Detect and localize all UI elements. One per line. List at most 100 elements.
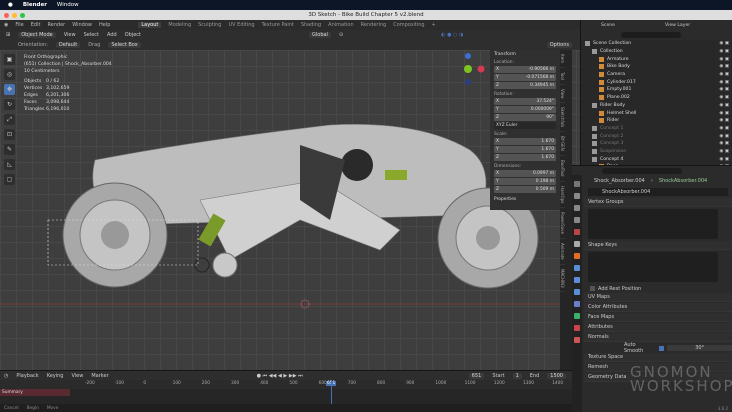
particles-tab-icon[interactable] (574, 277, 580, 283)
annotate-tool[interactable]: ✎ (4, 144, 15, 155)
visibility-toggle-icon[interactable]: ◉ ▣ (719, 95, 729, 100)
normals-panel[interactable]: Normals (584, 333, 732, 342)
rotation-z-field[interactable]: Z 90° (494, 114, 556, 121)
visibility-toggle-icon[interactable]: ◉ ▣ (719, 72, 729, 77)
visibility-toggle-icon[interactable]: ◉ ▣ (719, 64, 729, 69)
shape-keys-list[interactable] (588, 252, 718, 282)
location-y-field[interactable]: Y -0.071568 m (494, 74, 556, 81)
zoom-button[interactable] (20, 13, 25, 18)
transform-orientation-dropdown[interactable]: Global (309, 32, 331, 38)
properties-search-input[interactable] (602, 168, 682, 174)
texture-tab-icon[interactable] (574, 337, 580, 343)
view-layer-selector[interactable]: View Layer (665, 23, 690, 28)
scale-tool[interactable]: ⤢ (4, 114, 15, 125)
uv-maps-panel[interactable]: UV Maps (584, 293, 732, 302)
tab-sculpting[interactable]: Sculpting (198, 22, 221, 28)
dimensions-z-field[interactable]: Z 0.509 m (494, 186, 556, 193)
tab-modeling[interactable]: Modeling (168, 22, 191, 28)
visibility-toggle-icon[interactable]: ◉ ▣ (719, 49, 729, 54)
tab-texture-paint[interactable]: Texture Paint (262, 22, 294, 28)
object-tab-icon[interactable] (574, 253, 580, 259)
mesh-data-tab-icon[interactable] (574, 313, 580, 319)
output-tab-icon[interactable] (574, 205, 580, 211)
vertex-groups-panel[interactable]: Vertex Groups (584, 198, 732, 207)
rotate-tool[interactable]: ↻ (4, 99, 15, 110)
view-menu[interactable]: View (71, 373, 83, 379)
modifier-tab-icon[interactable] (574, 265, 580, 271)
move-tool[interactable]: ✥ (4, 84, 15, 95)
outliner-item[interactable]: Rider ◉ ▣ (581, 117, 732, 125)
menu-render[interactable]: Render (47, 22, 65, 28)
visibility-toggle-icon[interactable]: ◉ ▣ (719, 157, 729, 162)
auto-smooth-checkbox[interactable] (659, 345, 665, 351)
menu-view[interactable]: View (64, 32, 76, 38)
menu-window[interactable]: Window (72, 22, 92, 28)
tab-layout[interactable]: Layout (138, 22, 162, 28)
visibility-toggle-icon[interactable]: ◉ ▣ (719, 134, 729, 139)
cursor-tool[interactable]: ◎ (4, 69, 15, 80)
render-tab-icon[interactable] (574, 193, 580, 199)
outliner-item[interactable]: Suspension ◉ ▣ (581, 148, 732, 156)
menu-select[interactable]: Select (84, 32, 99, 38)
current-frame-field[interactable]: 651 (468, 372, 485, 379)
close-button[interactable] (4, 13, 9, 18)
face-maps-panel[interactable]: Face Maps (584, 313, 732, 322)
blender-logo-icon[interactable]: ◉ (4, 22, 8, 28)
scene-tab-icon[interactable] (574, 229, 580, 235)
mesh-datablock-field[interactable]: ShockAbsorber.004 (588, 188, 728, 196)
playback-menu[interactable]: Playback (16, 373, 38, 379)
outliner-item[interactable]: Rider Body ◉ ▣ (581, 102, 732, 110)
sidebar-tab-hardops[interactable]: HardOps (560, 182, 565, 208)
scale-z-field[interactable]: Z 1.670 (494, 154, 556, 161)
measure-tool[interactable]: ◺ (4, 159, 15, 170)
start-frame-field[interactable]: 1 (512, 372, 522, 379)
rotation-y-field[interactable]: Y 0.000009° (494, 106, 556, 113)
outliner-item[interactable]: Concept 4 ◉ ▣ (581, 155, 732, 163)
color-attributes-panel[interactable]: Color Attributes (584, 303, 732, 312)
sidebar-tab-animate[interactable]: Animate (560, 239, 565, 265)
visibility-toggle-icon[interactable]: ◉ ▣ (719, 126, 729, 131)
visibility-toggle-icon[interactable]: ◉ ▣ (719, 87, 729, 92)
playback-controls[interactable]: ● ⏮ ◀◀ ◀ ▶ ▶▶ ⏭ (257, 373, 303, 379)
outliner-item[interactable]: Collection ◉ ▣ (581, 48, 732, 56)
outliner-item[interactable]: Armature ◉ ▣ (581, 55, 732, 63)
timeline-ruler[interactable]: -200 -100 0 100 200 300 400 500 600 700 800 900 1000… (0, 380, 572, 389)
tab-compositing[interactable]: Compositing (393, 22, 424, 28)
playhead[interactable] (331, 381, 332, 405)
outliner-item[interactable]: Empty.001 ◉ ▣ (581, 86, 732, 94)
attributes-panel[interactable]: Attributes (584, 323, 732, 332)
material-tab-icon[interactable] (574, 325, 580, 331)
rotation-x-field[interactable]: X 37.524° (494, 98, 556, 105)
keying-menu[interactable]: Keying (47, 373, 64, 379)
marker-menu[interactable]: Marker (91, 373, 108, 379)
visibility-toggle-icon[interactable]: ◉ ▣ (719, 118, 729, 123)
menu-add[interactable]: Add (107, 32, 117, 38)
visibility-toggle-icon[interactable]: ◉ ▣ (719, 80, 729, 85)
visibility-toggle-icon[interactable]: ◉ ▣ (719, 57, 729, 62)
drag-dropdown[interactable]: Select Box (108, 42, 141, 48)
options-dropdown[interactable]: Options (546, 42, 572, 48)
tab-rendering[interactable]: Rendering (361, 22, 387, 28)
physics-tab-icon[interactable] (574, 289, 580, 295)
sidebar-tab-sketchfab[interactable]: Sketchfab (560, 103, 565, 133)
outliner-item[interactable]: Concept 3 ◉ ▣ (581, 140, 732, 148)
scale-x-field[interactable]: X 1.670 (494, 138, 556, 145)
menu-file[interactable]: File (15, 22, 23, 28)
add-cube-tool[interactable]: ▢ (4, 174, 15, 185)
texture-space-panel[interactable]: Texture Space (584, 353, 732, 362)
outliner-item[interactable]: Plane.002 ◉ ▣ (581, 94, 732, 102)
outliner-item[interactable]: Bike Body ◉ ▣ (581, 63, 732, 71)
scene-selector[interactable]: Scene (601, 23, 615, 28)
end-frame-field[interactable]: 1500 (547, 372, 566, 379)
editor-type-icon[interactable]: ⊞ (6, 32, 10, 38)
scale-y-field[interactable]: Y 1.670 (494, 146, 556, 153)
rotation-mode-dropdown[interactable]: XYZ Euler (494, 122, 556, 129)
dimensions-y-field[interactable]: Y 0.198 m (494, 178, 556, 185)
outliner-item[interactable]: Camera ◉ ▣ (581, 71, 732, 79)
visibility-toggle-icon[interactable]: ◉ ▣ (719, 103, 729, 108)
apple-icon[interactable]: ● (8, 2, 13, 8)
outliner-item[interactable]: Concept 2 ◉ ▣ (581, 132, 732, 140)
location-x-field[interactable]: X -0.90566 m (494, 66, 556, 73)
menu-edit[interactable]: Edit (31, 22, 41, 28)
visibility-toggle-icon[interactable]: ◉ ▣ (719, 149, 729, 154)
